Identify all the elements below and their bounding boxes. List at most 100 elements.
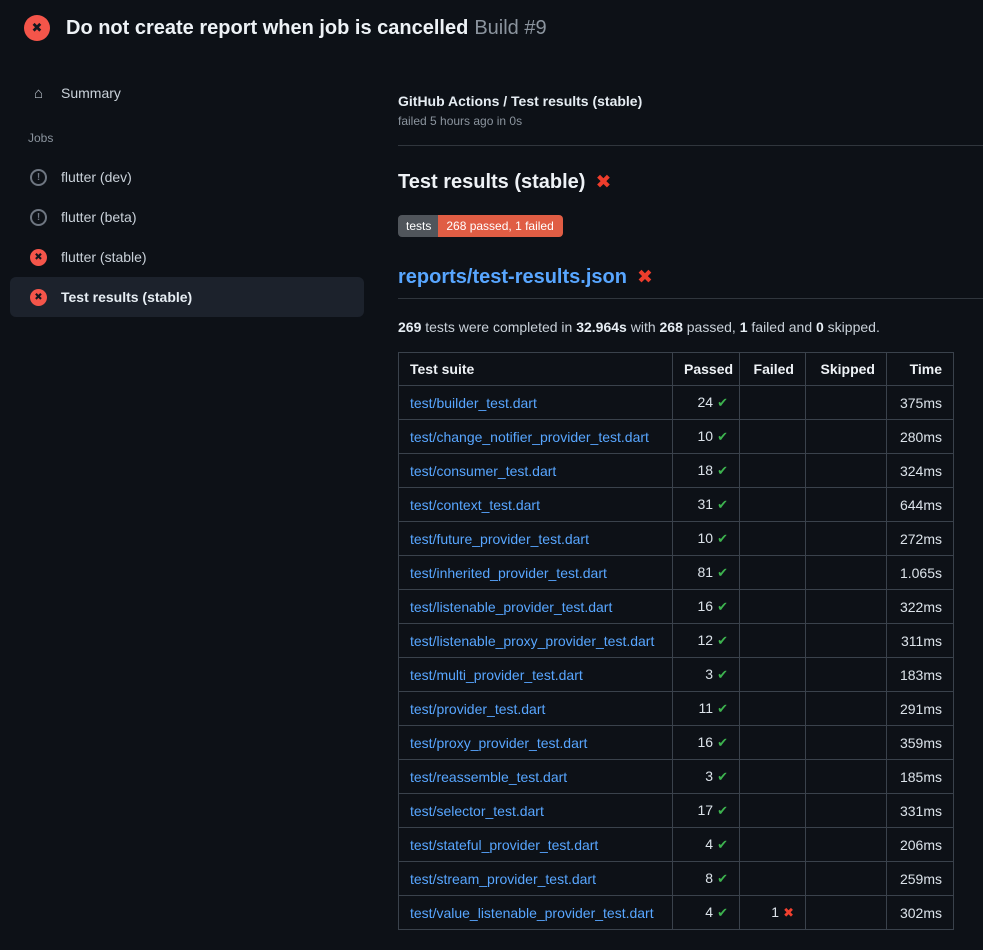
time-cell: 375ms — [887, 386, 954, 420]
table-header-row: Test suite Passed Failed Skipped Time — [399, 353, 954, 386]
summary-text: with — [627, 319, 660, 335]
test-suite-cell: test/future_provider_test.dart — [399, 522, 673, 556]
failed-cell — [740, 862, 806, 896]
table-row: test/listenable_proxy_provider_test.dart… — [399, 624, 954, 658]
skipped-cell — [806, 726, 887, 760]
cross-icon: ✖ — [783, 905, 794, 920]
summary-text: skipped. — [824, 319, 880, 335]
test-suite-link[interactable]: test/stream_provider_test.dart — [410, 871, 596, 887]
test-suite-cell: test/listenable_proxy_provider_test.dart — [399, 624, 673, 658]
test-suite-cell: test/builder_test.dart — [399, 386, 673, 420]
test-suite-cell: test/selector_test.dart — [399, 794, 673, 828]
check-icon: ✔ — [717, 565, 728, 580]
time-cell: 644ms — [887, 488, 954, 522]
failed-x-icon: ✖ — [637, 268, 653, 287]
test-suite-link[interactable]: test/selector_test.dart — [410, 803, 544, 819]
skipped-cell — [806, 454, 887, 488]
failed-x-icon: ✖ — [595, 173, 611, 192]
sidebar-item-summary[interactable]: ⌂ Summary — [10, 73, 364, 113]
check-icon: ✔ — [717, 599, 728, 614]
skipped-cell — [806, 420, 887, 454]
failed-cell — [740, 760, 806, 794]
check-icon: ✔ — [717, 871, 728, 886]
test-suite-cell: test/proxy_provider_test.dart — [399, 726, 673, 760]
time-cell: 331ms — [887, 794, 954, 828]
passed-cell: 4✔ — [673, 828, 740, 862]
failed-cell — [740, 624, 806, 658]
skipped-cell — [806, 624, 887, 658]
total-count: 269 — [398, 319, 421, 335]
check-icon: ✔ — [717, 667, 728, 682]
passed-count: 268 — [660, 319, 683, 335]
test-suite-link[interactable]: test/listenable_provider_test.dart — [410, 599, 612, 615]
test-suite-cell: test/listenable_provider_test.dart — [399, 590, 673, 624]
time-cell: 183ms — [887, 658, 954, 692]
report-file-link[interactable]: reports/test-results.json — [398, 266, 627, 289]
column-header-skipped: Skipped — [806, 353, 887, 386]
test-suite-link[interactable]: test/future_provider_test.dart — [410, 531, 589, 547]
test-suite-link[interactable]: test/consumer_test.dart — [410, 463, 556, 479]
test-suite-cell: test/value_listenable_provider_test.dart — [399, 896, 673, 930]
time-cell: 185ms — [887, 760, 954, 794]
badge-label: tests — [398, 215, 438, 237]
summary-text: tests were completed in — [421, 319, 576, 335]
skipped-cell — [806, 522, 887, 556]
time-cell: 280ms — [887, 420, 954, 454]
home-icon: ⌂ — [30, 85, 47, 102]
table-row: test/proxy_provider_test.dart 16✔ 359ms — [399, 726, 954, 760]
skipped-cell — [806, 794, 887, 828]
sidebar-item-flutter-stable[interactable]: ✖ flutter (stable) — [10, 237, 364, 277]
sidebar-job-label: flutter (dev) — [61, 169, 132, 185]
sidebar-item-flutter-dev[interactable]: ! flutter (dev) — [10, 157, 364, 197]
test-suite-link[interactable]: test/proxy_provider_test.dart — [410, 735, 587, 751]
failed-cell — [740, 658, 806, 692]
time-cell: 322ms — [887, 590, 954, 624]
alert-circle-icon: ! — [30, 209, 47, 226]
sidebar-item-test-results-stable[interactable]: ✖ Test results (stable) — [10, 277, 364, 317]
sidebar-item-flutter-beta[interactable]: ! flutter (beta) — [10, 197, 364, 237]
test-suite-link[interactable]: test/stateful_provider_test.dart — [410, 837, 598, 853]
skipped-cell — [806, 590, 887, 624]
passed-cell: 24✔ — [673, 386, 740, 420]
failed-cell — [740, 556, 806, 590]
test-suite-link[interactable]: test/provider_test.dart — [410, 701, 545, 717]
test-suite-link[interactable]: test/inherited_provider_test.dart — [410, 565, 607, 581]
failed-cell: 1✖ — [740, 896, 806, 930]
failed-cell — [740, 590, 806, 624]
x-circle-icon: ✖ — [24, 15, 50, 41]
test-results-table: Test suite Passed Failed Skipped Time te… — [398, 352, 954, 930]
failed-cell — [740, 828, 806, 862]
test-suite-cell: test/multi_provider_test.dart — [399, 658, 673, 692]
column-header-passed: Passed — [673, 353, 740, 386]
run-title-text: Do not create report when job is cancell… — [66, 17, 468, 39]
build-number: Build #9 — [474, 17, 546, 39]
run-header: ✖ Do not create report when job is cance… — [0, 0, 983, 55]
test-suite-link[interactable]: test/listenable_proxy_provider_test.dart — [410, 633, 654, 649]
passed-cell: 81✔ — [673, 556, 740, 590]
time-cell: 324ms — [887, 454, 954, 488]
duration: 32.964s — [576, 319, 627, 335]
skipped-cell — [806, 692, 887, 726]
divider — [398, 145, 983, 146]
failed-cell — [740, 488, 806, 522]
x-circle-icon: ✖ — [30, 249, 47, 266]
test-suite-link[interactable]: test/value_listenable_provider_test.dart — [410, 905, 654, 921]
skipped-cell — [806, 488, 887, 522]
check-icon: ✔ — [717, 429, 728, 444]
check-icon: ✔ — [717, 531, 728, 546]
test-suite-link[interactable]: test/reassemble_test.dart — [410, 769, 567, 785]
test-suite-link[interactable]: test/context_test.dart — [410, 497, 540, 513]
test-suite-cell: test/inherited_provider_test.dart — [399, 556, 673, 590]
skipped-cell — [806, 760, 887, 794]
table-row: test/multi_provider_test.dart 3✔ 183ms — [399, 658, 954, 692]
passed-cell: 12✔ — [673, 624, 740, 658]
skipped-cell — [806, 658, 887, 692]
table-row: test/value_listenable_provider_test.dart… — [399, 896, 954, 930]
table-row: test/provider_test.dart 11✔ 291ms — [399, 692, 954, 726]
alert-circle-icon: ! — [30, 169, 47, 186]
test-suite-cell: test/change_notifier_provider_test.dart — [399, 420, 673, 454]
passed-cell: 3✔ — [673, 760, 740, 794]
test-suite-link[interactable]: test/builder_test.dart — [410, 395, 537, 411]
test-suite-link[interactable]: test/multi_provider_test.dart — [410, 667, 583, 683]
test-suite-link[interactable]: test/change_notifier_provider_test.dart — [410, 429, 649, 445]
